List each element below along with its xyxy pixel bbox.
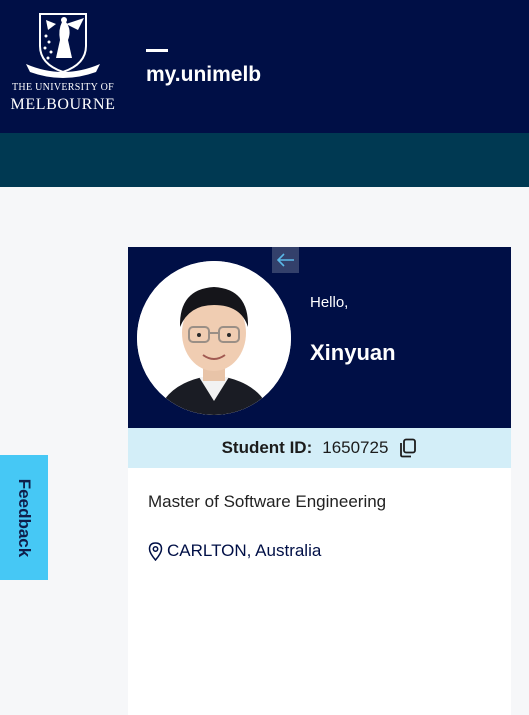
- student-id-bar: Student ID: 1650725: [128, 428, 511, 468]
- map-pin-icon: [148, 541, 163, 561]
- university-crest-icon: [26, 13, 100, 78]
- student-profile-card: Hello, Xinyuan Student ID: 1650725 Maste…: [128, 247, 511, 715]
- avatar: [137, 261, 291, 415]
- university-logo[interactable]: THE UNIVERSITY OF MELBOURNE: [0, 0, 130, 133]
- student-name: Xinyuan: [310, 340, 396, 365]
- brand-title[interactable]: my.unimelb: [146, 63, 261, 87]
- site-header: THE UNIVERSITY OF MELBOURNE my.unimelb: [0, 0, 529, 133]
- greeting: Hello,: [310, 294, 349, 311]
- copy-icon: [400, 438, 417, 458]
- arrow-left-icon: [276, 253, 294, 267]
- profile-header: Hello, Xinyuan: [128, 247, 511, 428]
- brand-accent-bar: [146, 49, 168, 52]
- sub-navigation-bar: [0, 133, 529, 187]
- logo-line-2: MELBOURNE: [10, 96, 116, 113]
- feedback-tab[interactable]: Feedback: [0, 455, 48, 580]
- copy-id-button[interactable]: [398, 438, 417, 458]
- logo-line-1: THE UNIVERSITY OF: [12, 82, 114, 93]
- feedback-label: Feedback: [15, 478, 34, 557]
- location: CARLTON, Australia: [148, 541, 321, 561]
- degree-text: Master of Software Engineering: [148, 492, 387, 511]
- location-text: CARLTON, Australia: [167, 541, 322, 560]
- student-id-label: Student ID:: [221, 438, 313, 457]
- student-id-value: 1650725: [322, 438, 389, 457]
- back-button[interactable]: [272, 247, 299, 273]
